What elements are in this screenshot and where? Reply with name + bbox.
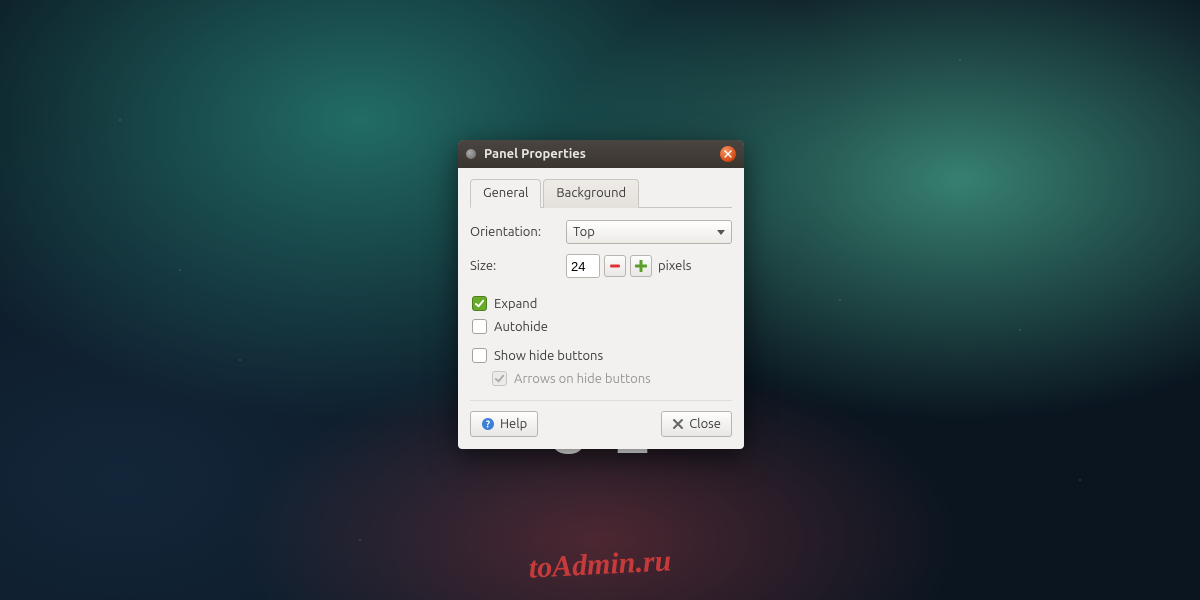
watermark: toAdmin.ru <box>528 544 672 585</box>
orientation-row: Orientation: Top <box>470 220 732 244</box>
close-window-button[interactable] <box>720 146 736 162</box>
svg-text:?: ? <box>486 419 491 430</box>
expand-checkbox[interactable] <box>472 296 487 311</box>
expand-label: Expand <box>494 297 537 311</box>
size-row: Size: pixels <box>470 254 732 278</box>
expand-row: Expand <box>470 296 732 311</box>
size-control: pixels <box>566 254 691 278</box>
dialog-body: General Background Orientation: Top Size… <box>458 168 744 449</box>
check-icon <box>494 373 505 384</box>
arrows-checkbox <box>492 371 507 386</box>
minus-icon <box>609 263 621 269</box>
close-button[interactable]: Close <box>661 411 732 437</box>
chevron-down-icon <box>717 230 725 235</box>
help-button[interactable]: ? Help <box>470 411 538 437</box>
panel-properties-dialog: Panel Properties General Background Orie… <box>458 140 744 449</box>
autohide-checkbox[interactable] <box>472 319 487 334</box>
window-title: Panel Properties <box>484 147 720 161</box>
autohide-label: Autohide <box>494 320 548 334</box>
window-menu-icon <box>466 149 476 159</box>
size-unit: pixels <box>658 259 691 273</box>
show-hide-buttons-label: Show hide buttons <box>494 349 603 363</box>
arrows-label: Arrows on hide buttons <box>514 372 651 386</box>
tabs: General Background <box>470 178 732 208</box>
help-button-label: Help <box>500 417 527 431</box>
close-icon <box>672 418 684 430</box>
arrows-row: Arrows on hide buttons <box>470 371 732 386</box>
dialog-footer: ? Help Close <box>470 400 732 437</box>
size-increment-button[interactable] <box>630 255 652 277</box>
tab-background[interactable]: Background <box>543 179 639 208</box>
orientation-select[interactable]: Top <box>566 220 732 244</box>
close-icon <box>724 150 732 158</box>
titlebar[interactable]: Panel Properties <box>458 140 744 168</box>
check-icon <box>474 298 485 309</box>
size-decrement-button[interactable] <box>604 255 626 277</box>
help-icon: ? <box>481 417 495 431</box>
size-label: Size: <box>470 259 566 273</box>
plus-icon <box>635 260 647 272</box>
show-hide-buttons-row: Show hide buttons <box>470 348 732 363</box>
orientation-value: Top <box>573 225 595 239</box>
size-input[interactable] <box>566 254 600 278</box>
orientation-label: Orientation: <box>470 225 566 239</box>
show-hide-buttons-checkbox[interactable] <box>472 348 487 363</box>
close-button-label: Close <box>689 417 721 431</box>
tab-general[interactable]: General <box>470 179 541 208</box>
autohide-row: Autohide <box>470 319 732 334</box>
